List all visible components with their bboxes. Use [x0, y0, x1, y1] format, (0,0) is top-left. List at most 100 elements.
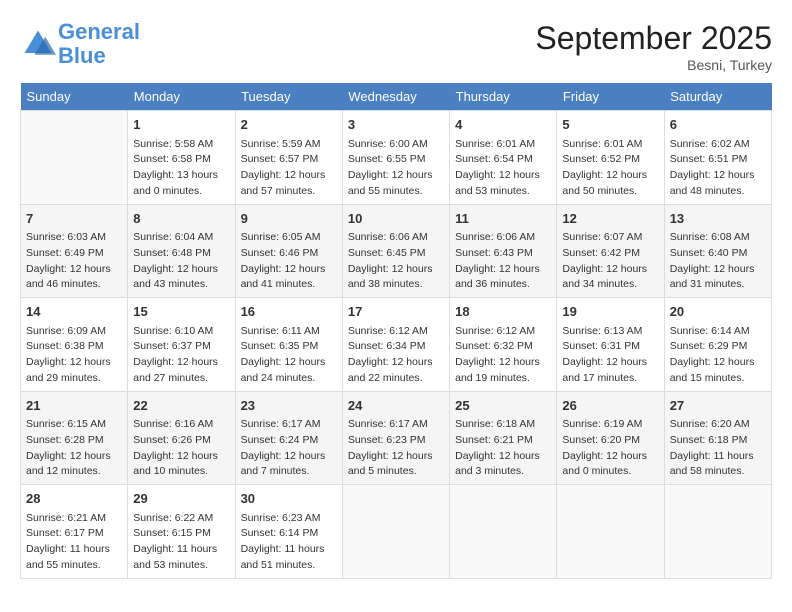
page-header: General Blue September 2025 Besni, Turke… — [20, 20, 772, 73]
day-info: Daylight: 12 hours — [670, 355, 766, 371]
day-of-week-header: Saturday — [664, 83, 771, 111]
day-info: Sunrise: 5:58 AM — [133, 137, 229, 153]
day-info: Sunrise: 6:01 AM — [455, 137, 551, 153]
calendar-cell — [450, 485, 557, 579]
day-info: Sunrise: 6:06 AM — [455, 230, 551, 246]
day-info: and 31 minutes. — [670, 277, 766, 293]
day-info: Sunrise: 6:17 AM — [348, 417, 444, 433]
calendar-cell: 13Sunrise: 6:08 AMSunset: 6:40 PMDayligh… — [664, 204, 771, 298]
calendar-week-row: 28Sunrise: 6:21 AMSunset: 6:17 PMDayligh… — [21, 485, 772, 579]
day-info: Daylight: 12 hours — [133, 355, 229, 371]
calendar-cell: 25Sunrise: 6:18 AMSunset: 6:21 PMDayligh… — [450, 391, 557, 485]
day-info: and 5 minutes. — [348, 464, 444, 480]
day-of-week-header: Friday — [557, 83, 664, 111]
day-info: Daylight: 12 hours — [348, 355, 444, 371]
calendar-cell: 16Sunrise: 6:11 AMSunset: 6:35 PMDayligh… — [235, 298, 342, 392]
day-number: 7 — [26, 209, 122, 229]
day-info: Sunrise: 6:00 AM — [348, 137, 444, 153]
day-info: Sunrise: 6:20 AM — [670, 417, 766, 433]
day-number: 16 — [241, 302, 337, 322]
day-info: Sunset: 6:40 PM — [670, 246, 766, 262]
day-number: 2 — [241, 115, 337, 135]
day-info: Sunset: 6:54 PM — [455, 152, 551, 168]
day-info: Sunrise: 6:17 AM — [241, 417, 337, 433]
day-info: Sunset: 6:32 PM — [455, 339, 551, 355]
day-info: and 55 minutes. — [26, 558, 122, 574]
day-info: Sunrise: 6:12 AM — [455, 324, 551, 340]
calendar-cell: 24Sunrise: 6:17 AMSunset: 6:23 PMDayligh… — [342, 391, 449, 485]
calendar-cell: 1Sunrise: 5:58 AMSunset: 6:58 PMDaylight… — [128, 111, 235, 205]
day-info: Daylight: 12 hours — [241, 168, 337, 184]
calendar-cell: 21Sunrise: 6:15 AMSunset: 6:28 PMDayligh… — [21, 391, 128, 485]
day-info: Sunrise: 6:08 AM — [670, 230, 766, 246]
day-number: 23 — [241, 396, 337, 416]
day-info: Sunset: 6:20 PM — [562, 433, 658, 449]
month-title: September 2025 — [535, 20, 772, 57]
day-number: 18 — [455, 302, 551, 322]
day-info: Daylight: 12 hours — [26, 449, 122, 465]
day-number: 25 — [455, 396, 551, 416]
day-number: 19 — [562, 302, 658, 322]
day-info: Sunrise: 6:19 AM — [562, 417, 658, 433]
location: Besni, Turkey — [535, 57, 772, 73]
day-info: Sunrise: 6:02 AM — [670, 137, 766, 153]
day-info: Sunset: 6:18 PM — [670, 433, 766, 449]
day-info: and 53 minutes. — [133, 558, 229, 574]
calendar-cell: 5Sunrise: 6:01 AMSunset: 6:52 PMDaylight… — [557, 111, 664, 205]
day-info: and 27 minutes. — [133, 371, 229, 387]
day-info: Daylight: 12 hours — [670, 262, 766, 278]
day-info: Daylight: 12 hours — [670, 168, 766, 184]
calendar-week-row: 7Sunrise: 6:03 AMSunset: 6:49 PMDaylight… — [21, 204, 772, 298]
day-info: and 43 minutes. — [133, 277, 229, 293]
calendar-cell: 27Sunrise: 6:20 AMSunset: 6:18 PMDayligh… — [664, 391, 771, 485]
day-info: Daylight: 13 hours — [133, 168, 229, 184]
day-number: 20 — [670, 302, 766, 322]
calendar-week-row: 14Sunrise: 6:09 AMSunset: 6:38 PMDayligh… — [21, 298, 772, 392]
calendar-cell: 22Sunrise: 6:16 AMSunset: 6:26 PMDayligh… — [128, 391, 235, 485]
calendar-cell: 8Sunrise: 6:04 AMSunset: 6:48 PMDaylight… — [128, 204, 235, 298]
day-info: and 46 minutes. — [26, 277, 122, 293]
day-info: and 3 minutes. — [455, 464, 551, 480]
day-info: Sunset: 6:46 PM — [241, 246, 337, 262]
day-info: Sunset: 6:52 PM — [562, 152, 658, 168]
day-info: Daylight: 12 hours — [241, 449, 337, 465]
day-info: Daylight: 12 hours — [241, 262, 337, 278]
day-info: Sunset: 6:38 PM — [26, 339, 122, 355]
day-info: and 12 minutes. — [26, 464, 122, 480]
day-info: Daylight: 12 hours — [562, 168, 658, 184]
day-info: Sunrise: 6:12 AM — [348, 324, 444, 340]
day-info: Sunset: 6:48 PM — [133, 246, 229, 262]
calendar-header-row: SundayMondayTuesdayWednesdayThursdayFrid… — [21, 83, 772, 111]
day-info: and 58 minutes. — [670, 464, 766, 480]
day-info: Sunset: 6:15 PM — [133, 526, 229, 542]
day-info: Sunrise: 6:04 AM — [133, 230, 229, 246]
day-of-week-header: Monday — [128, 83, 235, 111]
calendar-week-row: 1Sunrise: 5:58 AMSunset: 6:58 PMDaylight… — [21, 111, 772, 205]
day-info: and 24 minutes. — [241, 371, 337, 387]
day-info: Sunrise: 5:59 AM — [241, 137, 337, 153]
calendar-cell: 15Sunrise: 6:10 AMSunset: 6:37 PMDayligh… — [128, 298, 235, 392]
day-info: Daylight: 11 hours — [241, 542, 337, 558]
day-info: and 36 minutes. — [455, 277, 551, 293]
day-info: and 17 minutes. — [562, 371, 658, 387]
logo-text: General Blue — [58, 20, 140, 68]
day-info: and 29 minutes. — [26, 371, 122, 387]
day-info: Daylight: 12 hours — [133, 449, 229, 465]
day-number: 1 — [133, 115, 229, 135]
day-info: and 19 minutes. — [455, 371, 551, 387]
day-info: and 7 minutes. — [241, 464, 337, 480]
day-info: Sunset: 6:28 PM — [26, 433, 122, 449]
calendar-cell: 2Sunrise: 5:59 AMSunset: 6:57 PMDaylight… — [235, 111, 342, 205]
calendar-cell: 12Sunrise: 6:07 AMSunset: 6:42 PMDayligh… — [557, 204, 664, 298]
day-info: Daylight: 12 hours — [348, 168, 444, 184]
day-number: 26 — [562, 396, 658, 416]
day-info: Sunset: 6:35 PM — [241, 339, 337, 355]
day-info: Daylight: 11 hours — [670, 449, 766, 465]
day-number: 5 — [562, 115, 658, 135]
day-info: Sunset: 6:17 PM — [26, 526, 122, 542]
day-number: 22 — [133, 396, 229, 416]
day-info: Sunrise: 6:22 AM — [133, 511, 229, 527]
calendar-cell: 28Sunrise: 6:21 AMSunset: 6:17 PMDayligh… — [21, 485, 128, 579]
day-number: 9 — [241, 209, 337, 229]
calendar-cell: 3Sunrise: 6:00 AMSunset: 6:55 PMDaylight… — [342, 111, 449, 205]
